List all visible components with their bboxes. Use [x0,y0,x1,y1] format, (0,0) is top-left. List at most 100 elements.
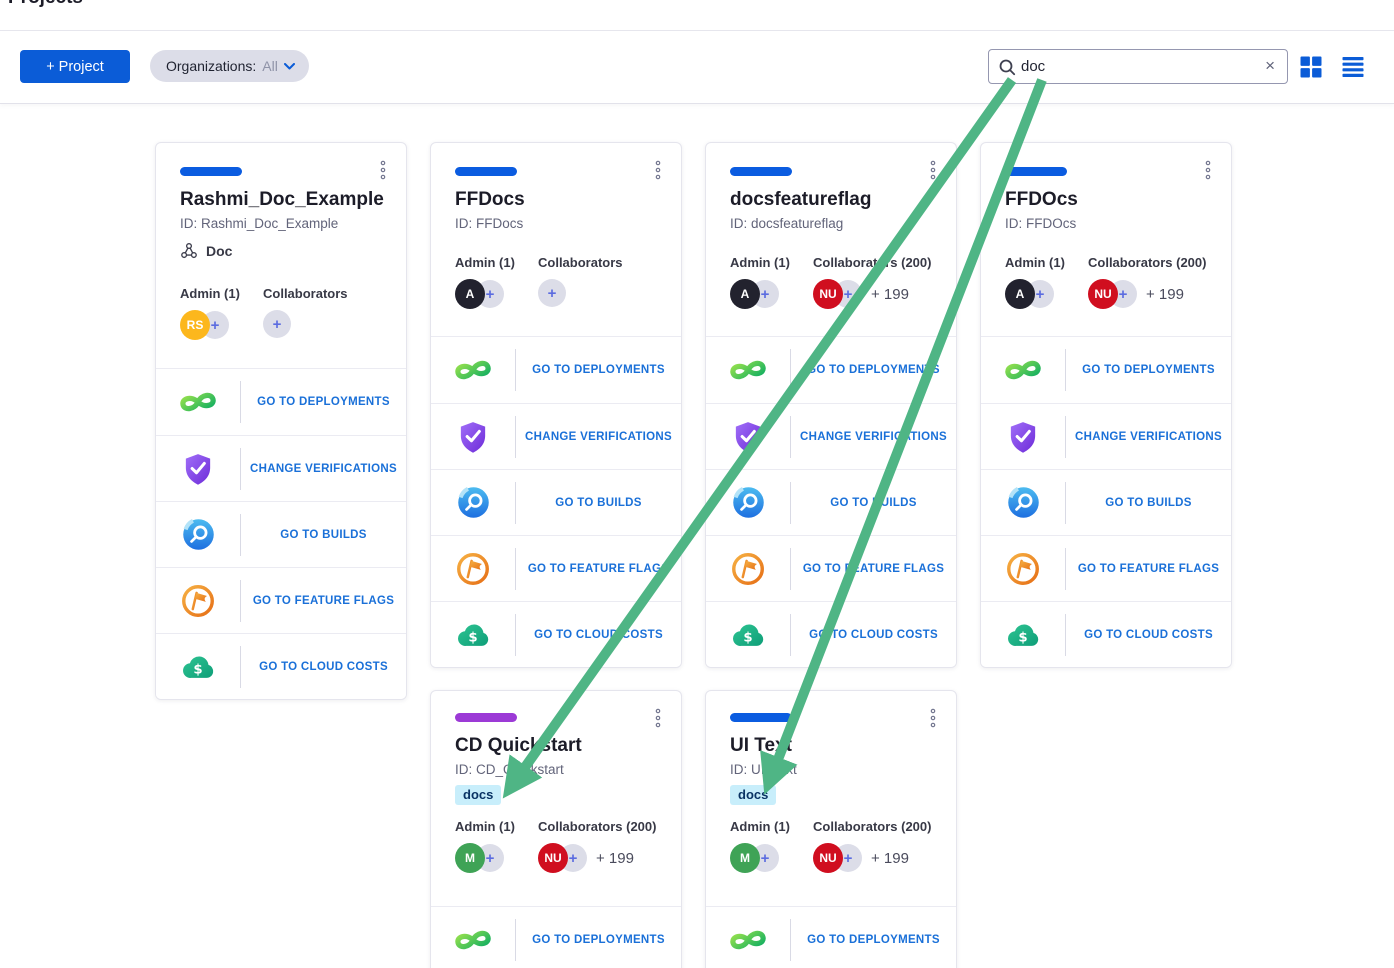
card-actions: GO TO DEPLOYMENTS [706,906,956,968]
go-to-deployments-link[interactable]: GO TO DEPLOYMENTS [516,364,681,376]
go-to-deployments-link[interactable]: GO TO DEPLOYMENTS [516,934,681,946]
go-to-cloud-costs-row[interactable]: GO TO CLOUD COSTS [981,601,1231,667]
go-to-cloud-costs-link[interactable]: GO TO CLOUD COSTS [791,629,956,641]
go-to-feature-flags-row[interactable]: GO TO FEATURE FLAGS [156,567,406,633]
go-to-cloud-costs-link[interactable]: GO TO CLOUD COSTS [241,661,406,673]
project-card-ffdocs[interactable]: FFDocs ID: FFDocs Admin (1) A + Collabor… [430,142,682,668]
chevron-down-icon [284,63,295,70]
go-to-deployments-link[interactable]: GO TO DEPLOYMENTS [1066,364,1231,376]
go-to-builds-row[interactable]: GO TO BUILDS [706,469,956,535]
search-input[interactable] [1021,50,1241,83]
change-verifications-row[interactable]: CHANGE VERIFICATIONS [706,403,956,469]
change-verifications-link[interactable]: CHANGE VERIFICATIONS [791,431,956,443]
card-color-bar [180,167,242,176]
go-to-builds-link[interactable]: GO TO BUILDS [241,529,406,541]
go-to-cloud-costs-row[interactable]: GO TO CLOUD COSTS [156,633,406,699]
verifications-icon [431,419,515,455]
people-section: Admin (1) M + Collaborators (200) NU + +… [455,819,657,873]
card-actions: GO TO DEPLOYMENTS [431,906,681,968]
go-to-feature-flags-row[interactable]: GO TO FEATURE FLAGS [981,535,1231,601]
card-color-bar [730,713,792,722]
go-to-builds-row[interactable]: GO TO BUILDS [981,469,1231,535]
collaborators-label: Collaborators (200) [813,819,932,834]
project-title: docsfeatureflag [730,189,932,211]
go-to-feature-flags-link[interactable]: GO TO FEATURE FLAGS [791,563,956,575]
organizations-filter-dropdown[interactable]: Organizations: All [150,50,309,82]
card-actions: GO TO DEPLOYMENTS CHANGE VERIFICATIONS G… [156,368,406,699]
project-card-cd-quickstart[interactable]: CD Quickstart ID: CD_Quickstart docs Adm… [430,690,682,968]
go-to-deployments-row[interactable]: GO TO DEPLOYMENTS [431,907,681,968]
add-collaborator-button[interactable]: + [538,279,566,307]
organizations-filter-label: Organizations: [166,58,256,74]
project-card-docsfeatureflag[interactable]: docsfeatureflag ID: docsfeatureflag Admi… [705,142,957,668]
collaborator-avatar: NU [538,843,568,873]
go-to-deployments-row[interactable]: GO TO DEPLOYMENTS [706,337,956,403]
card-menu-icon[interactable] [925,158,941,182]
project-card-ui-text[interactable]: UI Text ID: UI_Text docs Admin (1) M + C… [705,690,957,968]
change-verifications-row[interactable]: CHANGE VERIFICATIONS [156,435,406,501]
change-verifications-link[interactable]: CHANGE VERIFICATIONS [516,431,681,443]
admin-avatar: A [1005,279,1035,309]
project-org-row: Doc [180,242,382,260]
change-verifications-row[interactable]: CHANGE VERIFICATIONS [981,403,1231,469]
go-to-cloud-costs-row[interactable]: GO TO CLOUD COSTS [706,601,956,667]
verifications-icon [981,419,1065,455]
collaborators-label: Collaborators (200) [813,255,932,270]
go-to-builds-link[interactable]: GO TO BUILDS [1066,497,1231,509]
new-project-button[interactable]: + Project [20,50,130,83]
admin-label: Admin (1) [1005,255,1088,270]
go-to-feature-flags-link[interactable]: GO TO FEATURE FLAGS [1066,563,1231,575]
card-menu-icon[interactable] [1200,158,1216,182]
go-to-deployments-row[interactable]: GO TO DEPLOYMENTS [981,337,1231,403]
go-to-builds-row[interactable]: GO TO BUILDS [156,501,406,567]
project-card-rashmi-doc-example[interactable]: Rashmi_Doc_Example ID: Rashmi_Doc_Exampl… [155,142,407,700]
go-to-deployments-row[interactable]: GO TO DEPLOYMENTS [431,337,681,403]
clear-search-icon[interactable]: × [1265,56,1275,76]
card-actions: GO TO DEPLOYMENTS CHANGE VERIFICATIONS G… [431,336,681,667]
project-card-ffdocs-2[interactable]: FFDOcs ID: FFDOcs Admin (1) A + Collabor… [980,142,1232,668]
change-verifications-row[interactable]: CHANGE VERIFICATIONS [431,403,681,469]
go-to-deployments-row[interactable]: GO TO DEPLOYMENTS [706,907,956,968]
go-to-feature-flags-row[interactable]: GO TO FEATURE FLAGS [706,535,956,601]
go-to-cloud-costs-link[interactable]: GO TO CLOUD COSTS [516,629,681,641]
card-menu-icon[interactable] [650,706,666,730]
people-section: Admin (1) RS + Collaborators + [180,286,382,340]
collaborator-overflow-count: + 199 [871,286,909,303]
card-menu-icon[interactable] [925,706,941,730]
admin-avatar: M [455,843,485,873]
go-to-feature-flags-link[interactable]: GO TO FEATURE FLAGS [516,563,681,575]
project-tag-docs[interactable]: docs [730,785,776,805]
builds-icon [706,484,790,521]
go-to-builds-link[interactable]: GO TO BUILDS [791,497,956,509]
go-to-builds-link[interactable]: GO TO BUILDS [516,497,681,509]
go-to-cloud-costs-link[interactable]: GO TO CLOUD COSTS [1066,629,1231,641]
page-title: Projects [8,0,83,9]
admin-label: Admin (1) [180,286,263,301]
change-verifications-link[interactable]: CHANGE VERIFICATIONS [1066,431,1231,443]
card-menu-icon[interactable] [650,158,666,182]
card-color-bar [1005,167,1067,176]
go-to-builds-row[interactable]: GO TO BUILDS [431,469,681,535]
go-to-deployments-link[interactable]: GO TO DEPLOYMENTS [791,934,956,946]
card-actions: GO TO DEPLOYMENTS CHANGE VERIFICATIONS G… [706,336,956,667]
deployments-icon [156,383,240,421]
go-to-feature-flags-row[interactable]: GO TO FEATURE FLAGS [431,535,681,601]
admin-label: Admin (1) [730,255,813,270]
feature-flags-icon [706,550,790,588]
go-to-deployments-link[interactable]: GO TO DEPLOYMENTS [241,396,406,408]
go-to-cloud-costs-row[interactable]: GO TO CLOUD COSTS [431,601,681,667]
people-section: Admin (1) M + Collaborators (200) NU + +… [730,819,932,873]
deployments-icon [706,351,790,389]
go-to-deployments-link[interactable]: GO TO DEPLOYMENTS [791,364,956,376]
grid-view-icon[interactable] [1300,56,1322,78]
card-menu-icon[interactable] [375,158,391,182]
admin-avatar: RS [180,310,210,340]
list-view-icon[interactable] [1342,56,1364,78]
project-tag-docs[interactable]: docs [455,785,501,805]
go-to-feature-flags-link[interactable]: GO TO FEATURE FLAGS [241,595,406,607]
go-to-deployments-row[interactable]: GO TO DEPLOYMENTS [156,369,406,435]
people-section: Admin (1) A + Collaborators (200) NU + +… [730,255,932,309]
collaborators-label: Collaborators (200) [538,819,657,834]
add-collaborator-button[interactable]: + [263,310,291,338]
change-verifications-link[interactable]: CHANGE VERIFICATIONS [241,463,406,475]
